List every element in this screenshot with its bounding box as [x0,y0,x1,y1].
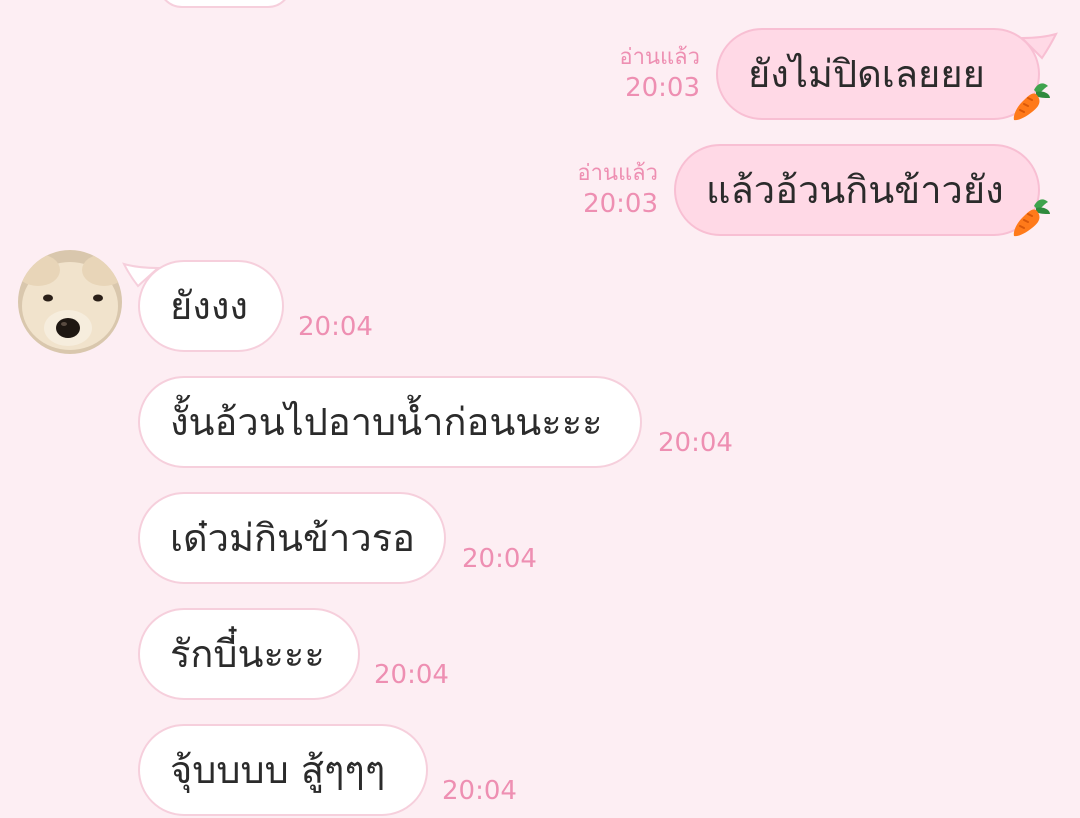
message-time: 20:03 [625,72,700,103]
message-time: 20:04 [658,428,733,458]
message-bubble[interactable]: งั้นอ้วนไปอาบน้ำก่อนนะะะ [138,376,642,468]
message-time: 20:03 [583,188,658,219]
message-time: 20:04 [462,544,537,574]
message-bubble[interactable]: ยังไม่ปิดเลยยย [716,28,1040,120]
message-text: รักบี๋นะะะ [170,632,325,676]
message-text: ยังไม่ปิดเลยยย [748,52,985,96]
message-bubble[interactable]: เด๋วม่กินข้าวรอ [138,492,446,584]
message-bubble[interactable]: รักบี๋นะะะ [138,608,360,700]
message-time: 20:04 [442,776,517,806]
message-time: 20:04 [374,660,449,690]
message-bubble[interactable]: ยังงง [138,260,284,352]
previous-message-bubble[interactable] [158,0,292,8]
message-bubble[interactable]: จุ้บบบบ สู้ๆๆๆ [138,724,428,816]
message-bubble[interactable]: แล้วอ้วนกินข้าวยัง [674,144,1040,236]
dog-avatar-icon [18,250,122,354]
message-meta: อ่านแล้ว 20:03 [577,160,658,220]
message-text: แล้วอ้วนกินข้าวยัง [706,168,1004,212]
read-status: อ่านแล้ว [619,45,700,70]
bubble-tail [1020,32,1058,60]
message-meta: อ่านแล้ว 20:03 [619,44,700,104]
message-time: 20:04 [298,312,373,342]
carrot-icon [1013,83,1050,121]
message-text: เด๋วม่กินข้าวรอ [170,516,415,560]
contact-avatar[interactable] [18,250,122,354]
chat-conversation: อ่านแล้ว 20:03 ยังไม่ปิดเลยยย อ่านแล้ว 2… [0,0,1080,818]
message-text: ยังงง [170,284,248,328]
carrot-icon [1013,199,1050,237]
read-status: อ่านแล้ว [577,161,658,186]
message-text: งั้นอ้วนไปอาบน้ำก่อนนะะะ [170,400,603,444]
message-text: จุ้บบบบ สู้ๆๆๆ [170,748,386,792]
